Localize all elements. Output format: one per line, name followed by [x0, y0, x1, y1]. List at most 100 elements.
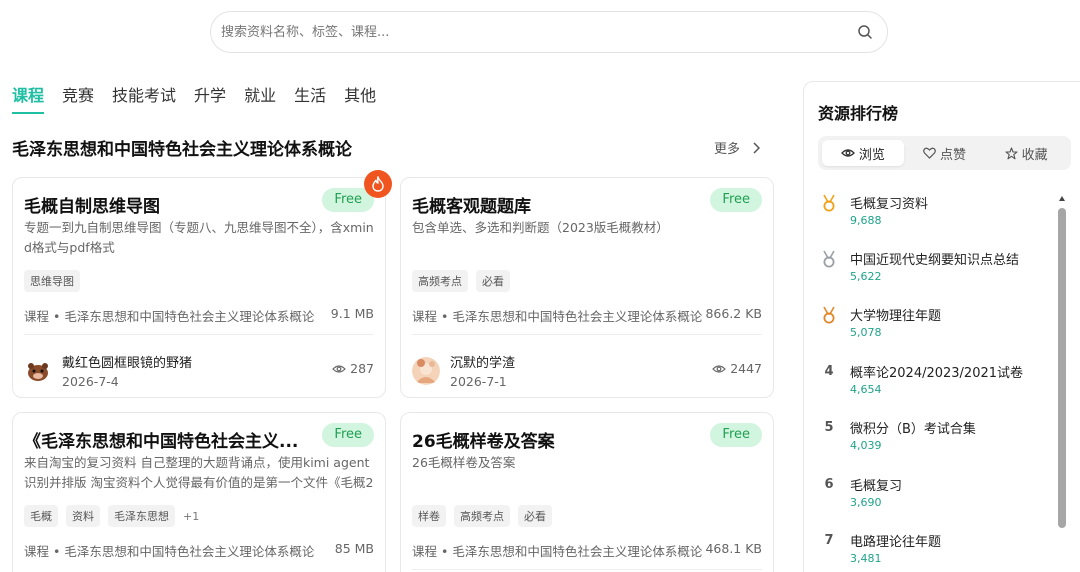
avatar: [412, 356, 440, 385]
bronze-medal-icon: [821, 306, 837, 328]
tag-list: 高频考点 必看: [412, 270, 518, 292]
search-input[interactable]: [221, 12, 841, 52]
file-size: 85 MB: [334, 541, 374, 556]
resource-card[interactable]: 毛概客观题题库 Free 包含单选、多选和判断题（2023版毛概教材） 高频考点…: [400, 177, 774, 398]
scroll-up-arrow-icon[interactable]: [1059, 196, 1065, 201]
search-bar[interactable]: [210, 11, 888, 53]
rank-number: 7: [824, 533, 834, 548]
file-size: 9.1 MB: [330, 306, 374, 321]
ranking-item-name: 中国近现代史纲要知识点总结: [850, 253, 1020, 268]
author[interactable]: 戴红色圆框眼镜的野猪 2026-7-4: [24, 352, 192, 389]
ranking-item-name: 毛概复习: [850, 479, 903, 494]
card-description: 专题一到九自制思维导图（专题八、九思维导图不全），含xmind格式与pdf格式: [24, 220, 374, 255]
tab-other[interactable]: 其他: [344, 82, 376, 114]
ranking-item-count: 3,481: [850, 552, 882, 565]
chevron-right-icon: [753, 141, 761, 154]
category-tabs: 课程 竞赛 技能考试 升学 就业 生活 其他: [12, 82, 394, 114]
divider: [24, 334, 374, 335]
free-badge: Free: [322, 423, 374, 447]
rank-number: 4: [824, 364, 834, 379]
tag[interactable]: 毛泽东思想: [108, 505, 175, 527]
star-icon: [1005, 146, 1018, 159]
ranking-item-name: 概率论2024/2023/2021试卷: [850, 366, 1024, 381]
author[interactable]: 沉默的学渣 2026-7-1: [412, 352, 515, 389]
ranking-segment-control: 浏览 点赞 收藏: [818, 136, 1071, 170]
card-meta: 课程 • 毛泽东思想和中国特色社会主义理论体系概论 866.2 KB: [412, 306, 762, 325]
author-name: 沉默的学渣: [450, 356, 516, 371]
tag-list: 思维导图: [24, 270, 88, 292]
card-meta: 课程 • 毛泽东思想和中国特色社会主义理论体系概论 85 MB: [24, 541, 374, 560]
ranking-item-count: 4,654: [850, 383, 882, 396]
publish-date: 2026-7-1: [450, 374, 507, 389]
ranking-panel: 资源排行榜 浏览 点赞 收藏 毛概复习资料 9,688 中国近现代史纲要知识点总…: [803, 81, 1080, 572]
card-title[interactable]: 《毛泽东思想和中国特色社会主义...: [24, 427, 298, 452]
tag[interactable]: 高频考点: [454, 505, 510, 527]
card-title[interactable]: 毛概客观题题库: [412, 192, 531, 217]
view-count-value: 287: [350, 361, 374, 376]
tab-further-study[interactable]: 升学: [194, 82, 226, 114]
card-description: 来自淘宝的复习资料 自己整理的大题背诵点，使用kimi agent识别并排版 淘…: [24, 455, 374, 490]
more-link[interactable]: 更多: [714, 138, 761, 157]
ranking-item-count: 4,039: [850, 439, 882, 452]
heart-icon: [923, 147, 936, 159]
eye-icon: [712, 364, 727, 373]
rank-number: 5: [824, 420, 834, 435]
ranking-item-count: 5,622: [850, 270, 882, 283]
resource-card[interactable]: 《毛泽东思想和中国特色社会主义... Free 来自淘宝的复习资料 自己整理的大…: [12, 412, 386, 572]
divider: [412, 334, 762, 335]
tag[interactable]: 必看: [476, 270, 510, 292]
file-size: 866.2 KB: [705, 306, 762, 321]
ranking-item-name: 电路理论往年题: [850, 535, 942, 550]
view-count: 2447: [712, 361, 762, 376]
course-label: 课程 • 毛泽东思想和中国特色社会主义理论体系概论: [412, 544, 703, 559]
avatar: [24, 356, 52, 385]
card-description: 包含单选、多选和判断题（2023版毛概教材）: [412, 220, 669, 235]
resource-card[interactable]: 26毛概样卷及答案 Free 26毛概样卷及答案 样卷 高频考点 必看 课程 •…: [400, 412, 774, 572]
tag[interactable]: 高频考点: [412, 270, 468, 292]
course-label: 课程 • 毛泽东思想和中国特色社会主义理论体系概论: [412, 309, 703, 324]
tag[interactable]: 样卷: [412, 505, 446, 527]
publish-date: 2026-7-4: [62, 374, 119, 389]
ranking-item-name: 毛概复习资料: [850, 197, 929, 212]
rank-number: 6: [824, 477, 834, 492]
segment-views[interactable]: 浏览: [822, 140, 904, 166]
free-badge: Free: [710, 188, 762, 212]
search-icon[interactable]: [857, 24, 873, 40]
card-description: 26毛概样卷及答案: [412, 455, 516, 470]
view-count: 287: [332, 361, 374, 376]
ranking-item-count: 9,688: [850, 214, 882, 227]
card-title[interactable]: 毛概自制思维导图: [24, 192, 160, 217]
segment-label: 浏览: [858, 147, 885, 163]
tag[interactable]: 毛概: [24, 505, 58, 527]
eye-icon: [332, 364, 346, 373]
gold-medal-icon: [821, 194, 837, 216]
segment-label: 点赞: [940, 147, 967, 163]
tab-life[interactable]: 生活: [294, 82, 326, 114]
tab-courses[interactable]: 课程: [12, 82, 45, 114]
ranking-item-name: 微积分（B）考试合集: [850, 422, 976, 437]
view-count-value: 2447: [730, 361, 762, 376]
resource-card[interactable]: 毛概自制思维导图 Free 专题一到九自制思维导图（专题八、九思维导图不全），含…: [12, 177, 386, 398]
more-tags-count[interactable]: +1: [183, 510, 199, 523]
ranking-item-count: 5,078: [850, 326, 882, 339]
card-title[interactable]: 26毛概样卷及答案: [412, 427, 555, 452]
tag-list: 样卷 高频考点 必看: [412, 505, 560, 527]
tab-skill-exams[interactable]: 技能考试: [112, 82, 176, 114]
card-meta: 课程 • 毛泽东思想和中国特色社会主义理论体系概论 468.1 KB: [412, 541, 762, 560]
tag[interactable]: 资料: [66, 505, 100, 527]
tab-competitions[interactable]: 竞赛: [62, 82, 94, 114]
author-name: 戴红色圆框眼镜的野猪: [62, 356, 193, 371]
scrollbar[interactable]: [1058, 196, 1066, 528]
course-label: 课程 • 毛泽东思想和中国特色社会主义理论体系概论: [24, 544, 315, 559]
file-size: 468.1 KB: [705, 541, 762, 556]
more-label: 更多: [714, 142, 741, 157]
segment-favorites[interactable]: 收藏: [985, 140, 1067, 166]
tag-list: 毛概 资料 毛泽东思想 +1: [24, 505, 199, 527]
silver-medal-icon: [821, 250, 837, 272]
tag[interactable]: 思维导图: [24, 270, 80, 292]
segment-likes[interactable]: 点赞: [904, 140, 986, 166]
scrollbar-thumb[interactable]: [1058, 208, 1066, 528]
free-badge: Free: [710, 423, 762, 447]
tag[interactable]: 必看: [518, 505, 552, 527]
tab-employment[interactable]: 就业: [244, 82, 276, 114]
